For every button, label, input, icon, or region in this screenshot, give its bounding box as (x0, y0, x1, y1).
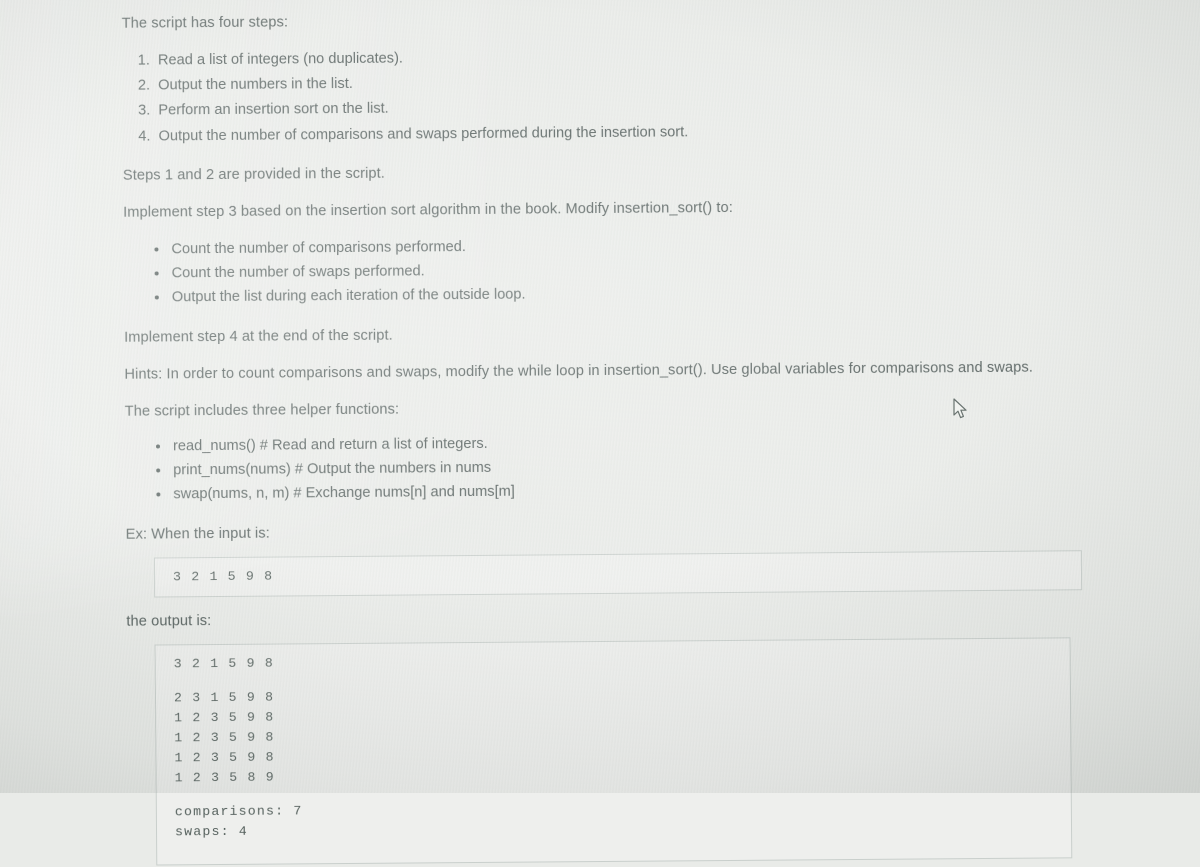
provided-note: Steps 1 and 2 are provided in the script… (122, 165, 386, 184)
helper-functions-list: read_nums() # Read and return a list of … (125, 429, 1086, 506)
requirement-item: Count the number of comparisons performe… (169, 232, 1083, 260)
implement-step4-paragraph: Implement step 4 at the end of the scrip… (124, 327, 393, 346)
helper-function-item: read_nums() # Read and return a list of … (171, 429, 1085, 457)
implement-step3-paragraph: Implement step 3 based on the insertion … (123, 199, 733, 221)
steps-list: Read a list of integers (no duplicates).… (122, 43, 1083, 147)
requirement-item: Count the number of swaps performed. (170, 256, 1084, 284)
example-output-box: 3 2 1 5 9 8 2 3 1 5 9 8 1 2 3 5 9 8 1 2 … (154, 637, 1073, 866)
requirement-item: Output the list during each iteration of… (170, 281, 1084, 309)
example-input-label: Ex: When the input is: (125, 525, 270, 543)
screen-capture-area: The script has four steps: Read a list o… (0, 0, 1200, 866)
step-item: Output the number of comparisons and swa… (154, 119, 1082, 147)
assignment-description: The script has four steps: Read a list o… (122, 6, 1089, 866)
step-item: Read a list of integers (no duplicates). (154, 43, 1082, 71)
example-input-box: 3 2 1 5 9 8 (153, 549, 1083, 598)
helper-function-item: print_nums(nums) # Output the numbers in… (171, 453, 1085, 481)
example-output-label: the output is: (126, 612, 212, 630)
input-line: 3 2 1 5 9 8 (172, 568, 274, 585)
intro-paragraph: The script has four steps: (121, 14, 289, 32)
step-item: Output the numbers in the list. (154, 69, 1082, 97)
step-item: Perform an insertion sort on the list. (154, 94, 1082, 122)
helpers-intro-paragraph: The script includes three helper functio… (124, 401, 400, 420)
helper-function-item: swap(nums, n, m) # Exchange nums[n] and … (171, 478, 1085, 506)
mouse-cursor-arrow-icon (953, 398, 967, 419)
step3-requirements-list: Count the number of comparisons performe… (123, 232, 1084, 309)
hints-paragraph: Hints: In order to count comparisons and… (124, 359, 1033, 383)
